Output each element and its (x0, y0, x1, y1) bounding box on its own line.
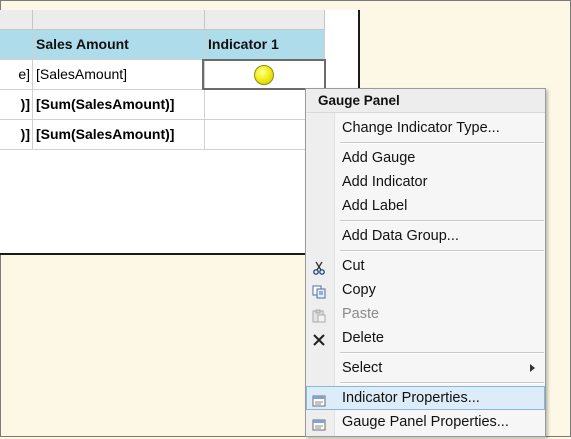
menu-item-label: Add Indicator (342, 174, 428, 190)
indicator-cell-selected[interactable] (202, 59, 326, 90)
menu-title: Gauge Panel (306, 89, 545, 113)
menu-item-select[interactable]: Select (306, 356, 545, 380)
menu-separator (340, 250, 544, 252)
menu-item-label: Change Indicator Type... (342, 120, 500, 136)
menu-separator (340, 220, 544, 222)
menu-item-indicator-properties[interactable]: Indicator Properties... (306, 386, 545, 410)
menu-item-add-label[interactable]: Add Label (306, 194, 545, 218)
menu-item-delete[interactable]: Delete (306, 326, 545, 350)
menu-item-label: Copy (342, 282, 376, 298)
delete-x-icon (312, 331, 326, 346)
menu-item-label: Add Label (342, 198, 408, 214)
paste-icon (312, 307, 326, 323)
menu-separator (340, 352, 544, 354)
table-cell[interactable]: )] (0, 90, 33, 120)
properties-icon (312, 391, 326, 407)
menu-item-change-indicator-type[interactable]: Change Indicator Type... (306, 116, 545, 140)
column-handle[interactable] (205, 10, 325, 30)
menu-item-label: Add Data Group... (342, 228, 459, 244)
menu-item-label: Cut (342, 258, 365, 274)
menu-separator (340, 142, 544, 144)
menu-item-copy[interactable]: Copy (306, 278, 545, 302)
menu-item-add-data-group[interactable]: Add Data Group... (306, 224, 545, 248)
menu-item-label: Select (342, 360, 383, 376)
table-cell-sales[interactable]: [SalesAmount] (33, 60, 205, 90)
context-menu: Gauge Panel Change Indicator Type... Add… (305, 88, 546, 437)
table-cell-sales-total[interactable]: [Sum(SalesAmount)] (33, 120, 205, 150)
menu-item-label: Gauge Panel Properties... (342, 414, 509, 430)
menu-item-cut[interactable]: Cut (306, 254, 545, 278)
table-cell[interactable]: e] (0, 60, 33, 90)
submenu-arrow-icon (530, 364, 535, 372)
table-cell-sales-total[interactable]: [Sum(SalesAmount)] (33, 90, 205, 120)
menu-item-paste[interactable]: Paste (306, 302, 545, 326)
menu-separator (340, 382, 544, 384)
header-cell-sales-amount[interactable]: Sales Amount (33, 30, 205, 60)
menu-item-label: Delete (342, 330, 384, 346)
menu-item-add-gauge[interactable]: Add Gauge (306, 146, 545, 170)
header-cell-indicator[interactable]: Indicator 1 (205, 30, 325, 60)
menu-item-label: Paste (342, 306, 380, 322)
properties-icon (312, 415, 326, 431)
menu-item-label: Add Gauge (342, 150, 416, 166)
menu-item-label: Indicator Properties... (342, 390, 480, 406)
table-cell[interactable]: )] (0, 120, 33, 150)
copy-icon (312, 283, 326, 299)
scissors-icon (312, 259, 326, 275)
column-handle[interactable] (33, 10, 205, 30)
header-cell-left[interactable] (0, 30, 33, 60)
menu-item-gauge-panel-properties[interactable]: Gauge Panel Properties... (306, 410, 545, 434)
menu-item-add-indicator[interactable]: Add Indicator (306, 170, 545, 194)
column-handle[interactable] (0, 10, 33, 30)
indicator-circle-icon[interactable] (254, 65, 274, 85)
